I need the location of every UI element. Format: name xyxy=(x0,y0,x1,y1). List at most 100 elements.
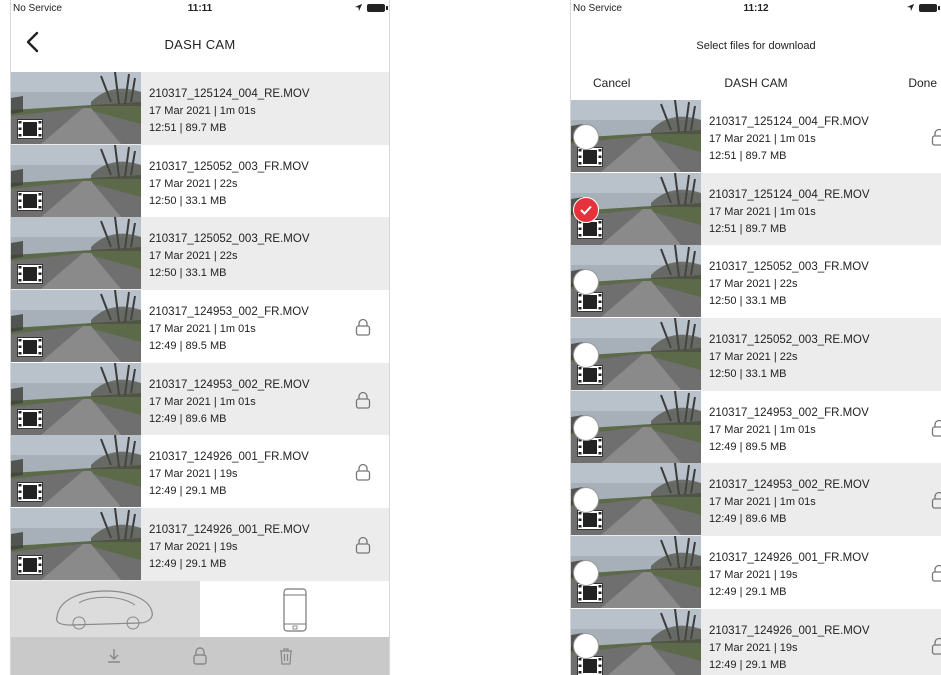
file-info: 210317_124953_002_RE.MOV 17 Mar 2021 | 1m… xyxy=(141,363,310,436)
selection-prompt: Select files for download xyxy=(696,40,816,52)
file-row[interactable]: 210317_125124_004_RE.MOV 17 Mar 2021 | 1m… xyxy=(571,172,941,246)
file-info: 210317_125052_003_RE.MOV 17 Mar 2021 | 22… xyxy=(141,217,310,290)
lock-icon[interactable] xyxy=(931,564,941,582)
file-row[interactable]: 210317_124953_002_FR.MOV 17 Mar 2021 | 1m… xyxy=(11,290,389,363)
file-name: 210317_124953_002_RE.MOV xyxy=(149,378,310,391)
file-time-size: 12:49 | 29.1 MB xyxy=(149,485,227,498)
tab-dashcam[interactable] xyxy=(11,581,200,637)
select-checkbox[interactable] xyxy=(573,632,599,659)
file-time-size: 12:51 | 89.7 MB xyxy=(709,222,787,235)
file-thumbnail xyxy=(571,608,701,675)
file-thumbnail xyxy=(571,245,701,318)
file-list: 210317_125124_004_RE.MOV 17 Mar 2021 | 1m… xyxy=(11,72,389,581)
select-checkbox[interactable] xyxy=(573,342,599,369)
film-icon xyxy=(577,437,603,458)
file-thumbnail xyxy=(11,217,141,290)
file-row[interactable]: 210317_124953_002_RE.MOV 17 Mar 2021 | 1m… xyxy=(571,463,941,537)
clock: 11:11 xyxy=(187,3,213,14)
lock-icon[interactable] xyxy=(355,391,371,409)
lock-icon[interactable] xyxy=(190,646,210,666)
battery-icon xyxy=(919,3,940,12)
lock-icon[interactable] xyxy=(931,128,941,146)
status-bar: No Service 11:12 xyxy=(571,0,941,20)
file-row[interactable]: 210317_125052_003_FR.MOV 17 Mar 2021 | 22… xyxy=(11,144,389,218)
status-icons xyxy=(354,3,388,12)
film-icon xyxy=(577,364,603,385)
file-info: 210317_124926_001_FR.MOV 17 Mar 2021 | 19… xyxy=(141,435,309,508)
lock-icon[interactable] xyxy=(931,491,941,510)
file-date-duration: 17 Mar 2021 | 1m 01s xyxy=(149,105,256,117)
lock-icon[interactable] xyxy=(931,637,941,655)
lock-icon[interactable] xyxy=(355,536,371,554)
file-name: 210317_125124_004_RE.MOV xyxy=(149,88,310,100)
film-icon xyxy=(17,482,43,503)
file-list: 210317_125124_004_FR.MOV 17 Mar 2021 | 1m… xyxy=(571,100,941,675)
file-row[interactable]: 210317_125124_004_RE.MOV 17 Mar 2021 | 1m… xyxy=(11,72,389,145)
trash-icon[interactable] xyxy=(276,646,296,666)
film-icon xyxy=(17,554,43,575)
select-checkbox-checked[interactable] xyxy=(573,196,599,223)
file-date-duration: 17 Mar 2021 | 1m 01s xyxy=(709,205,816,218)
file-row[interactable]: 210317_124926_001_FR.MOV 17 Mar 2021 | 19… xyxy=(571,536,941,609)
select-checkbox[interactable] xyxy=(573,414,599,441)
file-date-duration: 17 Mar 2021 | 1m 01s xyxy=(709,133,816,145)
location-arrow-icon xyxy=(906,3,915,12)
file-time-size: 12:50 | 33.1 MB xyxy=(709,295,787,308)
file-info: 210317_125052_003_RE.MOV 17 Mar 2021 | 22… xyxy=(701,318,870,391)
file-name: 210317_125052_003_FR.MOV xyxy=(149,160,309,173)
file-time-size: 12:50 | 33.1 MB xyxy=(709,368,787,381)
lock-icon[interactable] xyxy=(931,419,941,437)
tab-phone[interactable] xyxy=(200,581,389,637)
phone-icon xyxy=(283,588,307,632)
file-info: 210317_124926_001_RE.MOV 17 Mar 2021 | 19… xyxy=(141,508,310,581)
film-icon xyxy=(577,510,603,531)
file-row[interactable]: 210317_124953_002_RE.MOV 17 Mar 2021 | 1m… xyxy=(11,362,389,436)
lock-icon[interactable] xyxy=(355,463,371,482)
file-date-duration: 17 Mar 2021 | 22s xyxy=(709,278,798,291)
right-screen: No Service 11:12 Select files for downlo… xyxy=(570,0,941,675)
file-date-duration: 17 Mar 2021 | 19s xyxy=(149,541,238,554)
status-bar: No Service 11:11 xyxy=(11,0,389,20)
film-icon xyxy=(17,191,43,212)
page-title: DASH CAM xyxy=(724,76,788,90)
select-checkbox[interactable] xyxy=(573,560,599,587)
file-time-size: 12:49 | 89.5 MB xyxy=(149,340,227,353)
file-date-duration: 17 Mar 2021 | 1m 01s xyxy=(149,395,256,408)
film-icon xyxy=(577,219,603,240)
file-row[interactable]: 210317_124926_001_RE.MOV 17 Mar 2021 | 19… xyxy=(571,608,941,675)
file-thumbnail xyxy=(11,508,141,581)
file-time-size: 12:50 | 33.1 MB xyxy=(149,194,227,207)
file-row[interactable]: 210317_124953_002_FR.MOV 17 Mar 2021 | 1m… xyxy=(571,390,941,464)
file-row[interactable]: 210317_124926_001_RE.MOV 17 Mar 2021 | 19… xyxy=(11,508,389,581)
done-button[interactable]: Done xyxy=(908,76,937,90)
select-checkbox[interactable] xyxy=(573,124,599,150)
file-info: 210317_124953_002_FR.MOV 17 Mar 2021 | 1m… xyxy=(701,391,869,464)
file-date-duration: 17 Mar 2021 | 19s xyxy=(709,641,798,654)
film-icon xyxy=(577,582,603,603)
file-row[interactable]: 210317_125052_003_RE.MOV 17 Mar 2021 | 22… xyxy=(571,318,941,391)
file-info: 210317_125124_004_FR.MOV 17 Mar 2021 | 1m… xyxy=(701,100,869,173)
file-time-size: 12:51 | 89.7 MB xyxy=(709,150,787,162)
file-row[interactable]: 210317_124926_001_FR.MOV 17 Mar 2021 | 19… xyxy=(11,435,389,508)
file-name: 210317_124953_002_FR.MOV xyxy=(709,406,869,419)
file-row[interactable]: 210317_125124_004_FR.MOV 17 Mar 2021 | 1m… xyxy=(571,100,941,173)
file-name: 210317_124953_002_RE.MOV xyxy=(709,479,870,492)
film-icon xyxy=(17,409,43,430)
file-row[interactable]: 210317_125052_003_FR.MOV 17 Mar 2021 | 22… xyxy=(571,245,941,318)
file-date-duration: 17 Mar 2021 | 1m 01s xyxy=(149,323,256,336)
file-name: 210317_124926_001_RE.MOV xyxy=(709,624,870,637)
file-row[interactable]: 210317_125052_003_RE.MOV 17 Mar 2021 | 22… xyxy=(11,217,389,291)
film-icon xyxy=(17,264,43,285)
page-title: DASH CAM xyxy=(164,37,236,52)
file-time-size: 12:51 | 89.7 MB xyxy=(149,122,227,134)
file-info: 210317_124926_001_FR.MOV 17 Mar 2021 | 19… xyxy=(701,536,869,609)
lock-icon[interactable] xyxy=(355,318,371,336)
download-icon[interactable] xyxy=(104,646,124,666)
file-info: 210317_125052_003_FR.MOV 17 Mar 2021 | 22… xyxy=(701,245,869,318)
file-thumbnail xyxy=(11,72,141,145)
film-icon xyxy=(17,118,43,139)
file-thumbnail xyxy=(571,536,701,609)
file-thumbnail xyxy=(11,290,141,363)
file-name: 210317_125052_003_FR.MOV xyxy=(709,261,869,274)
file-thumbnail xyxy=(571,390,701,464)
